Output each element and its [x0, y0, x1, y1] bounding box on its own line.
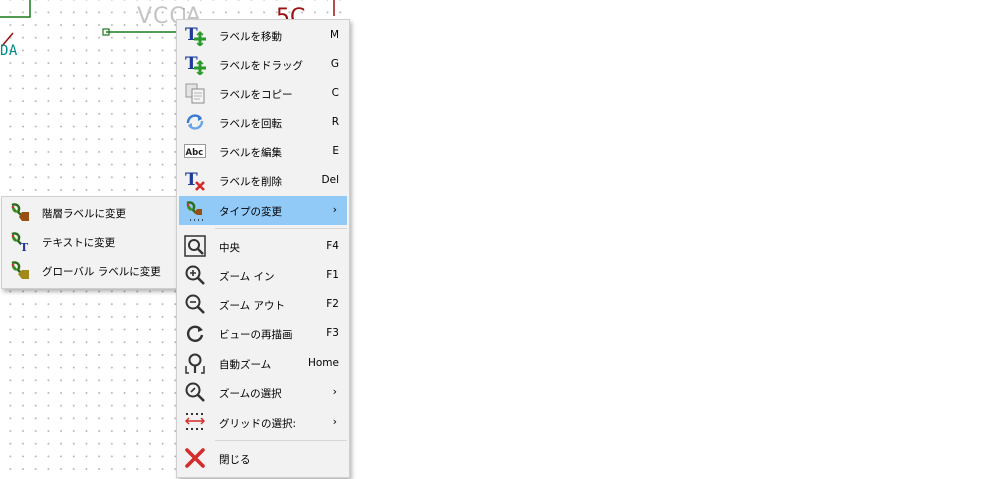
zoom-center-icon	[184, 235, 206, 257]
menu-item-label: ラベルを回転	[219, 118, 282, 130]
move-label-icon: T	[184, 24, 206, 46]
menu-item-label: 自動ズーム	[219, 359, 272, 371]
menu-item-shortcut: F2	[326, 298, 339, 310]
menu-item-shortcut: R	[331, 116, 339, 128]
rotate-icon	[184, 111, 206, 133]
menu-item-label: 閉じる	[219, 454, 251, 466]
redraw-icon	[184, 322, 206, 344]
menu-item-label: ラベルを削除	[219, 176, 282, 188]
change-type-icon	[184, 199, 206, 221]
svg-text:T: T	[185, 170, 198, 190]
chevron-right-icon: ›	[332, 415, 337, 428]
menu-item-copy-label[interactable]: ラベルをコピー C	[179, 79, 347, 108]
global-label-icon	[9, 259, 31, 281]
menu-item-label: ズームの選択	[219, 388, 282, 400]
svg-text:T: T	[185, 54, 198, 74]
menu-item-label: ラベルを編集	[219, 147, 282, 159]
edit-text-icon: Abc	[184, 140, 206, 162]
menu-item-shortcut: G	[330, 58, 339, 70]
delete-label-icon: T	[184, 169, 206, 191]
wire-top-left	[0, 0, 31, 18]
menu-item-label: ズーム イン	[219, 271, 275, 283]
menu-separator	[215, 228, 347, 229]
drag-label-icon: T	[184, 53, 206, 75]
menu-item-shortcut: Del	[321, 174, 339, 186]
submenu-item-text[interactable]: T テキストに変更	[4, 227, 178, 256]
menu-item-label: ズーム アウト	[219, 300, 286, 312]
menu-item-label: 中央	[219, 242, 240, 254]
submenu-item-global-label[interactable]: グローバル ラベルに変更	[4, 256, 178, 285]
net-label[interactable]: DA	[0, 43, 18, 59]
zoom-select-icon	[184, 381, 206, 403]
menu-item-grid-select[interactable]: グリッドの選択: ›	[179, 408, 347, 437]
chevron-right-icon: ›	[332, 385, 337, 398]
chevron-right-icon: ›	[332, 203, 337, 216]
zoom-fit-icon	[184, 352, 206, 374]
svg-text:Abc: Abc	[186, 148, 204, 158]
svg-text:T: T	[185, 25, 198, 45]
menu-item-shortcut: F1	[326, 269, 339, 281]
menu-item-delete-label[interactable]: T ラベルを削除 Del	[179, 166, 347, 195]
zoom-in-icon	[184, 264, 206, 286]
menu-item-move-label[interactable]: T ラベルを移動 M	[179, 21, 347, 50]
menu-item-drag-label[interactable]: T ラベルをドラッグ G	[179, 50, 347, 79]
menu-item-label: ラベルをコピー	[219, 89, 293, 101]
submenu-item-label: グローバル ラベルに変更	[42, 266, 161, 278]
menu-item-shortcut: C	[331, 87, 339, 99]
menu-separator	[215, 440, 347, 441]
menu-item-change-type[interactable]: タイプの変更 ›	[179, 196, 347, 225]
menu-item-zoom-select[interactable]: ズームの選択 ›	[179, 378, 347, 407]
menu-item-edit-label[interactable]: Abc ラベルを編集 E	[179, 137, 347, 166]
menu-item-shortcut: F4	[326, 240, 339, 252]
submenu-item-label: 階層ラベルに変更	[42, 208, 126, 220]
menu-item-zoom-in[interactable]: ズーム イン F1	[179, 261, 347, 290]
menu-item-zoom-out[interactable]: ズーム アウト F2	[179, 290, 347, 319]
text-icon: T	[9, 230, 31, 252]
zoom-out-icon	[184, 293, 206, 315]
grid-icon	[184, 411, 206, 433]
menu-item-redraw[interactable]: ビューの再描画 F3	[179, 319, 347, 348]
submenu-item-hierarchical-label[interactable]: 階層ラベルに変更	[4, 198, 178, 227]
close-icon	[184, 447, 206, 469]
hierarchical-label-icon	[9, 201, 31, 223]
menu-item-shortcut: F3	[326, 327, 339, 339]
menu-item-label: ビューの再描画	[219, 329, 293, 341]
change-type-submenu: 階層ラベルに変更 T テキストに変更 グローバル ラベルに変更	[1, 196, 181, 289]
menu-item-center[interactable]: 中央 F4	[179, 232, 347, 261]
submenu-item-label: テキストに変更	[42, 237, 116, 249]
menu-item-rotate-label[interactable]: ラベルを回転 R	[179, 108, 347, 137]
menu-item-zoom-auto[interactable]: 自動ズーム Home	[179, 349, 347, 378]
menu-item-shortcut: E	[332, 145, 339, 157]
menu-item-label: ラベルをドラッグ	[219, 60, 303, 72]
context-menu: T ラベルを移動 M T ラベルをドラッグ G ラベルをコピー C ラベルを回転…	[176, 19, 350, 478]
menu-item-shortcut: M	[329, 29, 339, 41]
menu-item-label: ラベルを移動	[219, 31, 282, 43]
svg-text:T: T	[20, 241, 29, 252]
menu-item-label: グリッドの選択:	[219, 418, 297, 430]
menu-item-shortcut: Home	[307, 357, 339, 369]
copy-icon	[184, 82, 206, 104]
menu-item-label: タイプの変更	[219, 206, 282, 218]
menu-item-close[interactable]: 閉じる	[179, 444, 347, 473]
